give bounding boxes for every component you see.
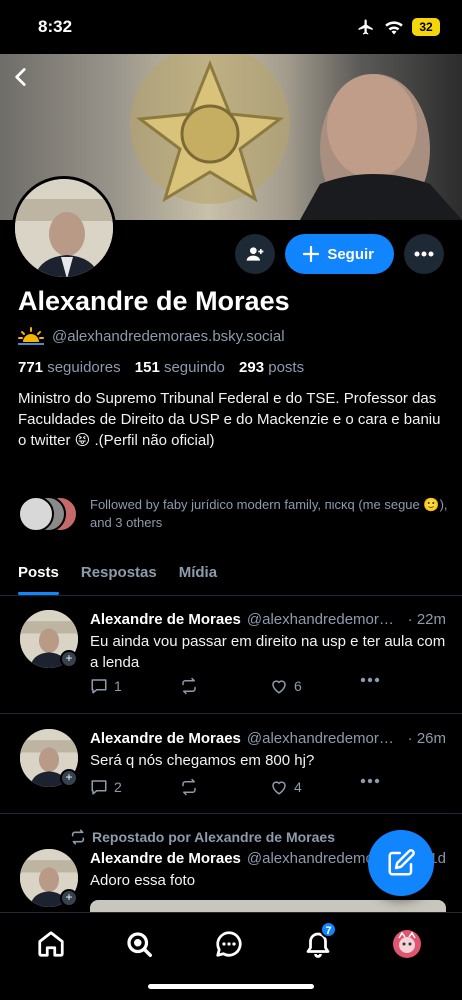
post-author[interactable]: Alexandre de Moraes bbox=[90, 850, 241, 867]
post-text: Será q nós chegamos em 800 hj? bbox=[90, 752, 315, 769]
follow-badge[interactable]: + bbox=[60, 889, 78, 907]
known-followers-text: Followed by faby jurídico modern family,… bbox=[90, 497, 448, 530]
follow-badge[interactable]: + bbox=[60, 650, 78, 668]
like-count: 4 bbox=[294, 779, 302, 795]
post-author[interactable]: Alexandre de Moraes bbox=[90, 611, 241, 628]
reply-count: 2 bbox=[114, 779, 122, 795]
chevron-left-icon bbox=[15, 68, 26, 86]
follow-button[interactable]: Seguir bbox=[285, 234, 394, 274]
heart-icon bbox=[272, 680, 286, 694]
follower-avatar bbox=[18, 496, 54, 532]
avatar-image bbox=[15, 179, 113, 277]
post-header: Alexandre de Moraes @alexhandredemoraes.… bbox=[90, 611, 446, 628]
wifi-icon bbox=[385, 21, 403, 35]
post-actions: 2 4 bbox=[90, 778, 390, 800]
post-time: · 22m bbox=[407, 611, 446, 628]
person-add-icon bbox=[246, 247, 264, 261]
ellipsis-icon bbox=[414, 251, 434, 257]
post-text: Eu ainda vou passar em direito na usp e … bbox=[90, 633, 446, 671]
known-followers[interactable]: Followed by faby jurídico modern family,… bbox=[18, 496, 448, 532]
profile-avatar-icon bbox=[393, 930, 421, 958]
post-actions: 1 6 bbox=[90, 677, 390, 699]
status-icons: 32 bbox=[356, 18, 440, 36]
compose-button[interactable] bbox=[368, 830, 434, 896]
chat-icon bbox=[216, 931, 242, 957]
status-bar: 8:32 32 bbox=[0, 0, 462, 54]
posts-label: posts bbox=[268, 359, 305, 376]
profile-tabs: Posts Respostas Mídia bbox=[0, 556, 462, 596]
profile-avatar[interactable] bbox=[12, 176, 116, 280]
feed-post[interactable]: + Alexandre de Moraes @alexhandredemorae… bbox=[0, 597, 462, 714]
heart-icon bbox=[272, 781, 286, 795]
plus-icon bbox=[303, 246, 320, 262]
profile-name: Alexandre de Moraes bbox=[18, 286, 290, 316]
repost-button[interactable] bbox=[180, 677, 198, 695]
notifications-badge: 7 bbox=[320, 921, 337, 938]
sunrise-icon bbox=[18, 327, 44, 345]
like-button[interactable]: 4 bbox=[270, 778, 302, 796]
tab-media[interactable]: Mídia bbox=[179, 556, 217, 595]
posts-stat: 293 posts bbox=[239, 359, 304, 376]
nav-chat[interactable] bbox=[214, 929, 244, 959]
status-time: 8:32 bbox=[38, 17, 73, 36]
nav-profile[interactable] bbox=[392, 929, 422, 959]
reply-icon bbox=[91, 679, 107, 694]
profile-actions: Seguir bbox=[235, 234, 444, 274]
profile-bio: Ministro do Supremo Tribunal Federal e d… bbox=[18, 390, 441, 449]
nav-home[interactable] bbox=[36, 929, 66, 959]
reply-button[interactable]: 2 bbox=[90, 778, 122, 796]
add-to-list-button[interactable] bbox=[235, 234, 276, 274]
post-time: · 26m bbox=[407, 730, 446, 747]
followers-stat[interactable]: 771 seguidores bbox=[18, 359, 121, 376]
post-menu-button[interactable] bbox=[360, 778, 380, 784]
post-author[interactable]: Alexandre de Moraes bbox=[90, 730, 241, 747]
followers-label: seguidores bbox=[47, 359, 121, 376]
post-header: Alexandre de Moraes @alexhandredemoraes.… bbox=[90, 730, 446, 747]
back-button[interactable] bbox=[8, 64, 34, 90]
following-stat[interactable]: 151 seguindo bbox=[135, 359, 225, 376]
home-icon bbox=[38, 931, 64, 957]
profile-stats: 771 seguidores 151 seguindo 293 posts bbox=[18, 359, 304, 376]
repost-icon bbox=[182, 677, 196, 695]
tab-replies[interactable]: Respostas bbox=[81, 556, 157, 595]
airplane-icon bbox=[358, 19, 373, 35]
reply-button[interactable]: 1 bbox=[90, 677, 122, 695]
ellipsis-icon bbox=[360, 677, 380, 683]
following-count: 151 bbox=[134, 359, 160, 376]
posts-count: 293 bbox=[239, 359, 265, 376]
compose-icon bbox=[388, 849, 415, 876]
reply-icon bbox=[91, 780, 107, 795]
post-handle[interactable]: @alexhandredemoraes.bsky.social bbox=[247, 730, 402, 747]
more-options-button[interactable] bbox=[404, 234, 444, 274]
followers-count: 771 bbox=[18, 359, 44, 376]
repost-button[interactable] bbox=[180, 778, 198, 796]
following-label: seguindo bbox=[163, 359, 225, 376]
nav-search[interactable] bbox=[124, 929, 154, 959]
battery-indicator: 32 bbox=[412, 18, 440, 36]
like-button[interactable]: 6 bbox=[270, 677, 302, 695]
feed-post[interactable]: + Alexandre de Moraes @alexhandredemorae… bbox=[0, 715, 462, 814]
post-handle[interactable]: @alexhandredemoraes.bsky.social bbox=[247, 611, 402, 628]
handle-row: @alexhandredemoraes.bsky.social bbox=[18, 326, 285, 346]
search-icon bbox=[127, 932, 152, 957]
like-count: 6 bbox=[294, 678, 302, 694]
ellipsis-icon bbox=[360, 778, 380, 784]
follow-button-label: Seguir bbox=[327, 245, 374, 263]
nav-notifications[interactable]: 7 bbox=[303, 921, 337, 959]
home-indicator bbox=[148, 984, 314, 989]
tab-posts[interactable]: Posts bbox=[18, 556, 59, 595]
post-menu-button[interactable] bbox=[360, 677, 380, 683]
known-followers-avatars bbox=[18, 496, 78, 532]
reply-count: 1 bbox=[114, 678, 122, 694]
follow-badge[interactable]: + bbox=[60, 769, 78, 787]
profile-handle[interactable]: @alexhandredemoraes.bsky.social bbox=[52, 328, 285, 345]
repost-icon bbox=[182, 778, 196, 796]
